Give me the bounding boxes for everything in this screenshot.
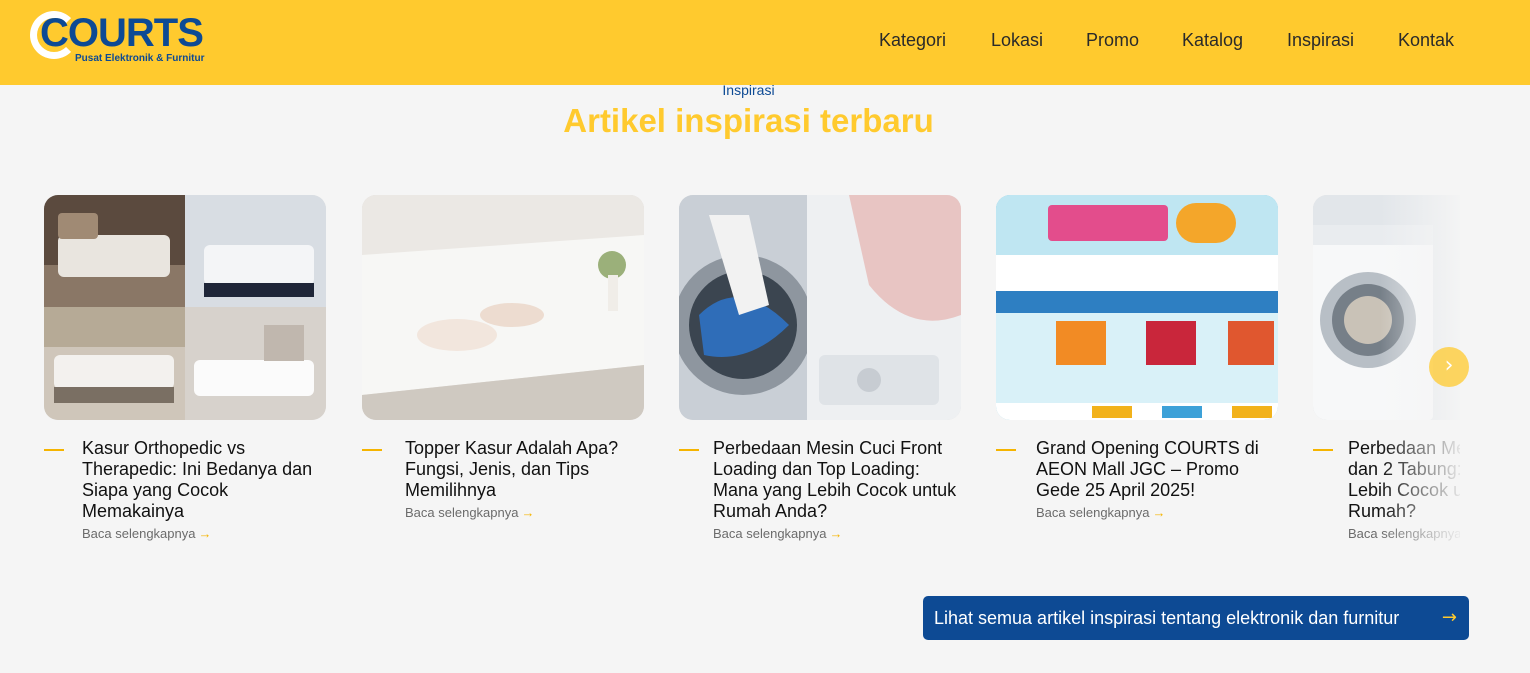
logo-wordmark: COURTS [40, 11, 204, 55]
nav-promo[interactable]: Promo [1086, 28, 1139, 52]
read-more-label: Baca selengkapnya [1348, 526, 1460, 541]
read-more-link[interactable]: Baca selengkapnya→ [713, 523, 961, 544]
read-more-link[interactable]: Baca selengkapnya→ [82, 523, 326, 544]
article-title-link[interactable]: Topper Kasur Adalah Apa? Fungsi, Jenis, … [405, 438, 644, 523]
article-title-link[interactable]: Kasur Orthopedic vs Therapedic: Ini Beda… [82, 438, 326, 544]
article-card[interactable]: Topper Kasur Adalah Apa? Fungsi, Jenis, … [362, 195, 644, 555]
article-title: Perbedaan Mesin Cuci Front Loading dan T… [713, 438, 957, 521]
articles-carousel: Kasur Orthopedic vs Therapedic: Ini Beda… [44, 195, 1460, 555]
article-title-link[interactable]: Perbedaan Mesin Cuci Front Loading dan T… [713, 438, 961, 544]
nav-inspirasi[interactable]: Inspirasi [1287, 28, 1354, 52]
title-accent-dash [1313, 449, 1333, 451]
nav-kategori[interactable]: Kategori [879, 28, 946, 52]
read-more-label: Baca selengkapnya [405, 505, 519, 520]
article-title-link[interactable]: Perbedaan Mesin Cuci Tabung dan 2 Tabung… [1348, 438, 1460, 544]
arrow-right-icon: → [1152, 505, 1166, 520]
article-thumbnail-front-load-washer[interactable] [1313, 195, 1460, 420]
arrow-right-icon: → [521, 505, 535, 520]
nav-kontak[interactable]: Kontak [1398, 28, 1454, 52]
article-title: Perbedaan Mesin Cuci Tabung dan 2 Tabung… [1348, 438, 1460, 521]
read-more-link[interactable]: Baca selengkapnya→ [1348, 523, 1460, 544]
logo-tagline: Pusat Elektronik & Furnitur [75, 53, 205, 64]
read-more-link[interactable]: Baca selengkapnya→ [1036, 502, 1278, 523]
read-more-link[interactable]: Baca selengkapnya→ [405, 502, 644, 523]
article-card[interactable]: Perbedaan Mesin Cuci Front Loading dan T… [679, 195, 961, 555]
view-all-articles-label: Lihat semua artikel inspirasi tentang el… [934, 608, 1400, 628]
article-card[interactable]: Kasur Orthopedic vs Therapedic: Ini Beda… [44, 195, 326, 555]
read-more-label: Baca selengkapnya [713, 526, 827, 541]
article-thumbnail-mattress-collage[interactable] [44, 195, 326, 420]
arrow-right-icon: → [198, 526, 212, 541]
arrow-right-icon: → [1441, 607, 1457, 628]
article-thumbnail-mattress-topper[interactable] [362, 195, 644, 420]
article-thumbnail-grand-opening-flyer[interactable] [996, 195, 1278, 420]
read-more-label: Baca selengkapnya [1036, 505, 1150, 520]
title-accent-dash [44, 449, 64, 451]
read-more-label: Baca selengkapnya [82, 526, 196, 541]
nav-lokasi[interactable]: Lokasi [991, 28, 1043, 52]
article-title: Grand Opening COURTS di AEON Mall JGC – … [1036, 438, 1259, 500]
title-accent-dash [996, 449, 1016, 451]
arrow-right-icon: → [829, 526, 843, 541]
article-thumbnail-washing-machines[interactable] [679, 195, 961, 420]
section-title: Artikel inspirasi terbaru [563, 102, 934, 139]
site-header: COURTS Pusat Elektronik & Furnitur Kateg… [0, 0, 1530, 85]
article-title-link[interactable]: Grand Opening COURTS di AEON Mall JGC – … [1036, 438, 1278, 523]
carousel-next-button[interactable]: › [1429, 347, 1469, 387]
courts-logo[interactable]: COURTS Pusat Elektronik & Furnitur [28, 9, 204, 67]
chevron-right-icon: › [1444, 353, 1454, 378]
view-all-articles-button[interactable]: Lihat semua artikel inspirasi tentang el… [923, 596, 1469, 640]
title-accent-dash [679, 449, 699, 451]
section-eyebrow: Inspirasi [722, 82, 775, 98]
title-accent-dash [362, 449, 382, 451]
article-card[interactable]: Grand Opening COURTS di AEON Mall JGC – … [996, 195, 1278, 555]
article-title: Topper Kasur Adalah Apa? Fungsi, Jenis, … [405, 438, 619, 500]
article-title: Kasur Orthopedic vs Therapedic: Ini Beda… [82, 438, 313, 521]
nav-katalog[interactable]: Katalog [1182, 28, 1243, 52]
